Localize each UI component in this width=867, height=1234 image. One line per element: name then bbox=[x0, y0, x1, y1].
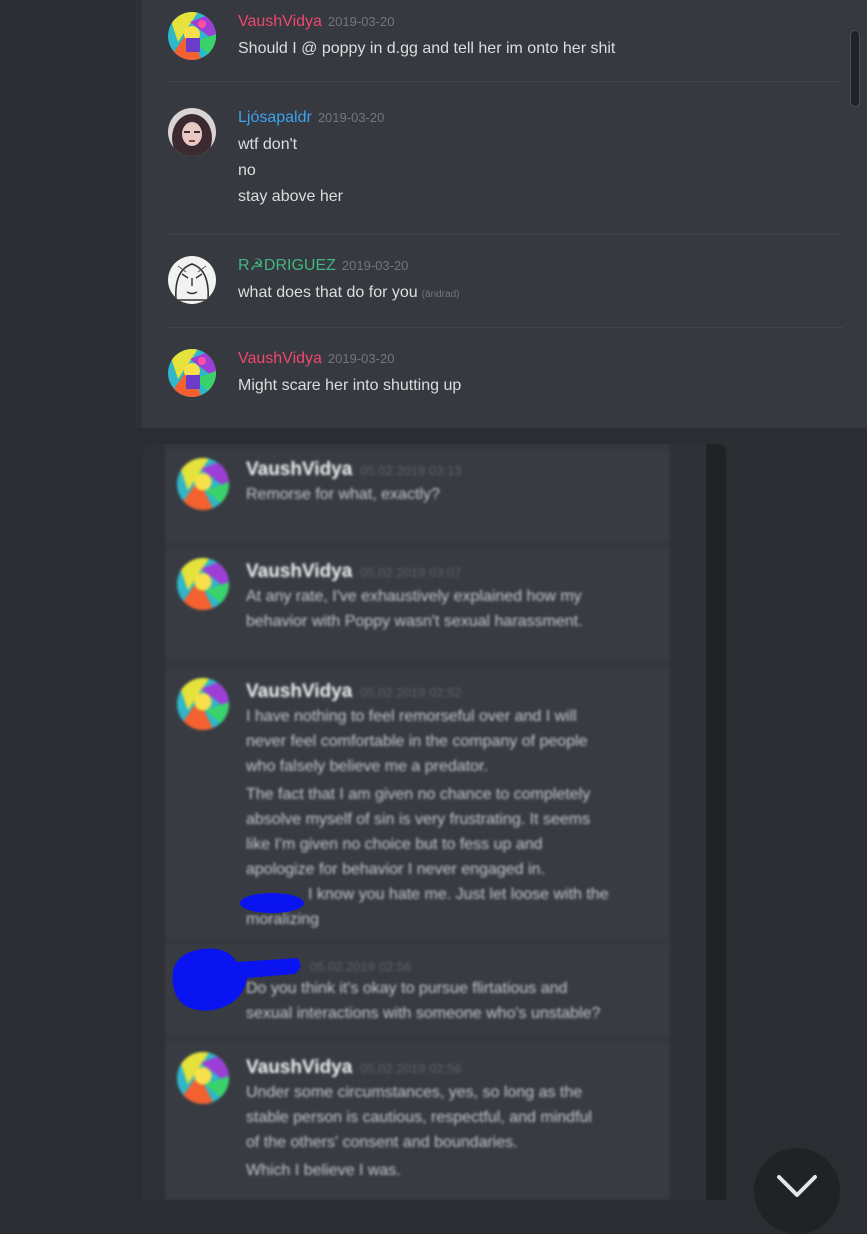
blurred-message: VaushVidya 05.02.2019 02:56 Under some ci… bbox=[165, 1042, 670, 1200]
message-text: of the others' consent and boundaries. bbox=[246, 1134, 518, 1151]
chevron-down-icon bbox=[777, 1175, 817, 1197]
message-text: Remorse for what, exactly? bbox=[246, 486, 440, 503]
timestamp: 05.02.2019 02:52 bbox=[360, 685, 462, 700]
message-text: apologize for behavior I never engaged i… bbox=[246, 861, 545, 878]
avatar[interactable] bbox=[168, 12, 216, 60]
message-text: no bbox=[238, 162, 256, 179]
edited-tag: (ändrad) bbox=[421, 289, 460, 300]
message-text: stay above her bbox=[238, 188, 343, 205]
message-text: wtf don't bbox=[238, 136, 298, 153]
message-text: what does that do for you (ändrad) bbox=[238, 280, 843, 308]
timestamp: 05.02.2019 03:13 bbox=[360, 463, 462, 478]
message-text: At any rate, I've exhaustively explained… bbox=[246, 588, 582, 605]
username[interactable]: VaushVidya bbox=[238, 13, 322, 30]
username[interactable]: VaushVidya bbox=[238, 350, 322, 367]
username: VaushVidya bbox=[246, 561, 353, 582]
timestamp: 2019-03-20 bbox=[341, 258, 409, 273]
message-text: moralizing bbox=[246, 911, 319, 928]
message-body: R☭DRIGUEZ 2019-03-20 what does that do fo… bbox=[238, 256, 843, 308]
message-text: I have nothing to feel remorseful over a… bbox=[246, 708, 577, 725]
timestamp: 2019-03-20 bbox=[327, 351, 395, 366]
blurred-message: VaushVidya 05.02.2019 03:07 At any rate, … bbox=[165, 548, 670, 660]
message-body: Ljósapaldr 2019-03-20 wtf don't no stay a… bbox=[238, 108, 843, 210]
message-content: what does that do for you bbox=[238, 284, 418, 301]
username[interactable]: Ljósapaldr bbox=[238, 109, 312, 126]
message-body: VaushVidya 2019-03-20 Might scare her int… bbox=[238, 349, 843, 399]
timestamp: 2019-03-20 bbox=[317, 110, 385, 125]
blurred-message: VaushVidya 05.02.2019 03:13 Remorse for w… bbox=[165, 450, 670, 542]
screenshot-side-bar bbox=[706, 444, 726, 1200]
avatar bbox=[177, 1052, 229, 1104]
avatar bbox=[177, 458, 229, 510]
timestamp: 05.02.2019 02:56 bbox=[360, 1061, 462, 1076]
message-text: who falsely believe me a predator. bbox=[246, 758, 488, 775]
message-text: absolve myself of sin is very frustratin… bbox=[246, 811, 591, 828]
avatar[interactable] bbox=[168, 256, 216, 304]
message-text: Do you think it's okay to pursue flirtat… bbox=[246, 980, 568, 997]
timestamp: 05.02.2019 03:07 bbox=[360, 565, 462, 580]
scroll-to-bottom-button[interactable] bbox=[754, 1148, 840, 1234]
avatar bbox=[177, 558, 229, 610]
username: VaushVidya bbox=[246, 681, 353, 702]
message-text: sexual interactions with someone who's u… bbox=[246, 1005, 601, 1022]
message-text: The fact that I am given no chance to co… bbox=[246, 786, 591, 803]
redaction-scribble bbox=[240, 893, 304, 913]
message: VaushVidya 2019-03-20 Might scare her int… bbox=[168, 349, 843, 409]
redaction-scribble bbox=[172, 948, 301, 1011]
message-text: behavior with Poppy wasn't sexual harass… bbox=[246, 613, 583, 630]
message: R☭DRIGUEZ 2019-03-20 what does that do fo… bbox=[168, 256, 843, 328]
message-text: I know you hate me. Just let loose with … bbox=[308, 886, 609, 903]
message-text: never feel comfortable in the company of… bbox=[246, 733, 588, 750]
avatar[interactable] bbox=[168, 349, 216, 397]
username: VaushVidya bbox=[246, 1057, 353, 1078]
message-text: Which I believe I was. bbox=[246, 1162, 401, 1179]
avatar bbox=[177, 678, 229, 730]
message: VaushVidya 2019-03-20 Should I @ poppy in… bbox=[168, 12, 843, 82]
message-text: Might scare her into shutting up bbox=[238, 377, 462, 394]
message-text: like I'm given no choice but to fess up … bbox=[246, 836, 543, 853]
username[interactable]: R☭DRIGUEZ bbox=[238, 257, 336, 274]
message: Ljósapaldr 2019-03-20 wtf don't no stay a… bbox=[168, 108, 843, 235]
timestamp: 05.02.2019 02:56 bbox=[310, 959, 412, 974]
blurred-chat-log: VaushVidya 05.02.2019 03:13 Remorse for w… bbox=[165, 444, 670, 1200]
timestamp: 2019-03-20 bbox=[327, 14, 395, 29]
message-text: Should I @ poppy in d.gg and tell her im… bbox=[238, 40, 616, 57]
username: VaushVidya bbox=[246, 459, 353, 480]
scrollbar-thumb[interactable] bbox=[850, 30, 860, 107]
embedded-screenshot: VaushVidya 05.02.2019 03:13 Remorse for w… bbox=[143, 444, 726, 1200]
panel-edge bbox=[136, 0, 142, 428]
avatar[interactable] bbox=[168, 108, 216, 156]
message-body: VaushVidya 2019-03-20 Should I @ poppy in… bbox=[238, 12, 843, 62]
message-text: stable person is cautious, respectful, a… bbox=[246, 1109, 592, 1126]
scrollbar-track[interactable] bbox=[845, 0, 867, 428]
message-text: Under some circumstances, yes, so long a… bbox=[246, 1084, 583, 1101]
